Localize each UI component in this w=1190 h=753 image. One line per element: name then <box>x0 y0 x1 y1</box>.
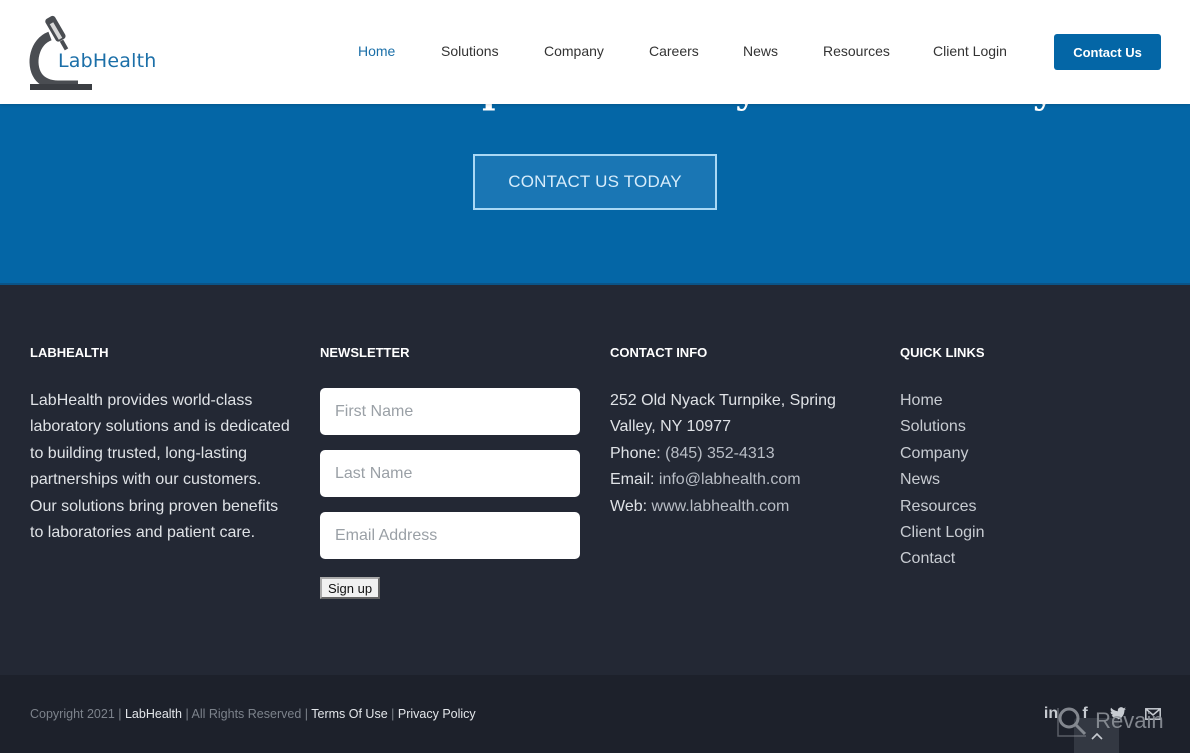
magnifier-watermark-icon <box>1057 707 1087 737</box>
terms-link[interactable]: Terms Of Use <box>311 707 387 721</box>
nav-news[interactable]: News <box>743 43 778 59</box>
quick-link-contact[interactable]: Contact <box>900 546 985 572</box>
phone-row: Phone: (845) 352-4313 <box>610 441 880 467</box>
nav-resources[interactable]: Resources <box>823 43 890 59</box>
first-name-input[interactable] <box>320 388 580 435</box>
nav-careers[interactable]: Careers <box>649 43 699 59</box>
web-label: Web: <box>610 497 648 515</box>
quick-link-resources[interactable]: Resources <box>900 494 985 520</box>
quick-link-client-login[interactable]: Client Login <box>900 520 985 546</box>
nav-solutions[interactable]: Solutions <box>441 43 499 59</box>
revain-watermark: Revain <box>1055 705 1164 739</box>
phone-link[interactable]: (845) 352-4313 <box>665 445 774 462</box>
copyright-prefix: Copyright 2021 | <box>30 707 122 721</box>
copyright-bar: Copyright 2021 | LabHealth | All Rights … <box>0 675 1190 753</box>
phone-label: Phone: <box>610 444 661 462</box>
last-name-input[interactable] <box>320 450 580 497</box>
contact-us-button[interactable]: Contact Us <box>1054 34 1161 70</box>
contact-us-today-button[interactable]: CONTACT US TODAY <box>473 154 717 210</box>
privacy-link[interactable]: Privacy Policy <box>398 707 476 721</box>
signup-button[interactable]: Sign up <box>320 577 381 599</box>
email-link[interactable]: info@labhealth.com <box>659 471 801 488</box>
about-text: LabHealth provides world-class laborator… <box>30 392 290 542</box>
address-line-1: 252 Old Nyack Turnpike, Spring <box>610 392 836 409</box>
email-label: Email: <box>610 471 655 489</box>
contact-info: 252 Old Nyack Turnpike, Spring Valley, N… <box>610 388 880 520</box>
newsletter-title: NEWSLETTER <box>320 345 410 360</box>
email-input[interactable] <box>320 512 580 559</box>
labhealth-link[interactable]: LabHealth <box>125 707 182 721</box>
rights-text: | All Rights Reserved | <box>185 707 308 721</box>
footer-widgets: LABHEALTH LabHealth provides world-class… <box>0 285 1190 675</box>
web-link[interactable]: www.labhealth.com <box>652 498 790 515</box>
nav-home[interactable]: Home <box>358 43 395 59</box>
quick-link-home[interactable]: Home <box>900 388 985 414</box>
copyright-text: Copyright 2021 | LabHealth | All Rights … <box>30 707 476 721</box>
quick-link-solutions[interactable]: Solutions <box>900 414 985 440</box>
quick-link-news[interactable]: News <box>900 467 985 493</box>
web-row: Web: www.labhealth.com <box>610 494 880 520</box>
quick-link-company[interactable]: Company <box>900 441 985 467</box>
quick-links-list: Home Solutions Company News Resources Cl… <box>900 388 985 573</box>
logo-text: LabHealth <box>58 50 157 72</box>
site-header: LabHealth Home Solutions Company Careers… <box>0 0 1190 104</box>
about-title: LABHEALTH <box>30 345 109 360</box>
nav-client-login[interactable]: Client Login <box>933 43 1007 59</box>
email-row: Email: info@labhealth.com <box>610 467 880 493</box>
separator: | <box>391 707 395 721</box>
contact-info-title: CONTACT INFO <box>610 345 708 360</box>
quick-links-title: QUICK LINKS <box>900 345 985 360</box>
nav-company[interactable]: Company <box>544 43 604 59</box>
labhealth-logo[interactable]: LabHealth <box>28 12 168 92</box>
watermark-text: Revain <box>1095 707 1164 733</box>
address-line-2: Valley, NY 10977 <box>610 418 731 436</box>
